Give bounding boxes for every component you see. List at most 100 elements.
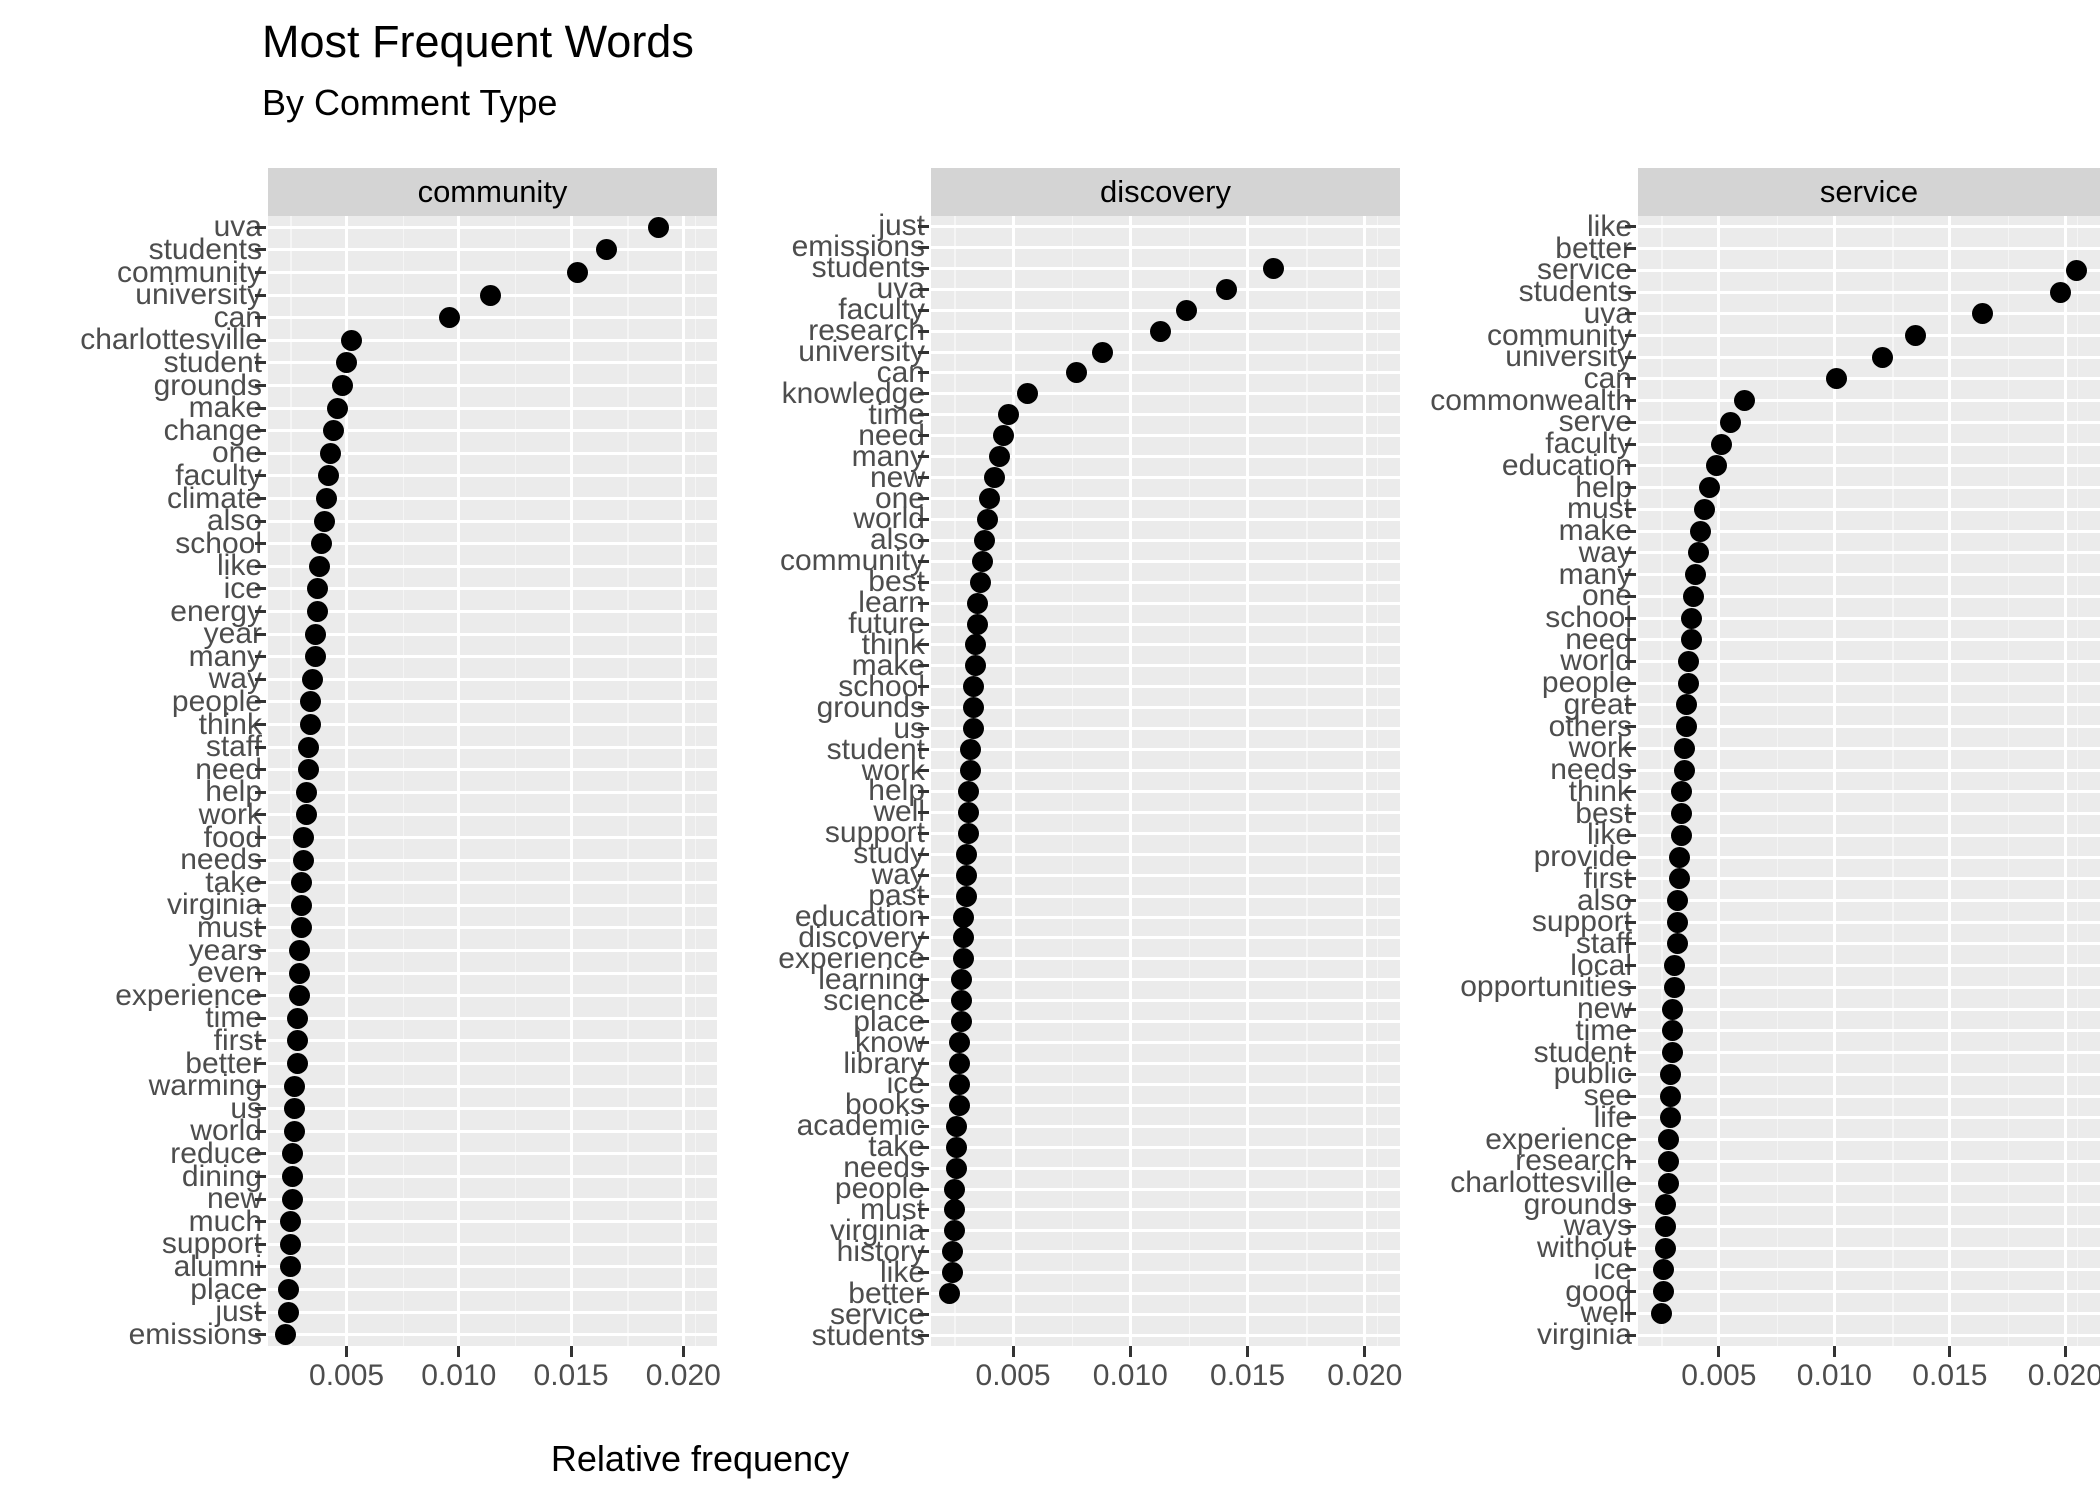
data-point — [943, 1178, 965, 1200]
y-axis-tick-mark — [1625, 703, 1636, 707]
data-point — [950, 1011, 972, 1033]
data-point — [939, 1283, 961, 1305]
gridline-major-horizontal — [931, 748, 1400, 752]
y-axis-tick-mark — [918, 245, 929, 249]
y-axis-tick-label: students — [811, 1318, 925, 1352]
gridline-major-horizontal — [931, 789, 1400, 793]
y-axis-tick-mark — [255, 1310, 266, 1314]
y-axis-tick-mark — [918, 936, 929, 940]
gridline-major-horizontal — [268, 519, 717, 523]
data-point — [1676, 694, 1697, 716]
y-axis-tick-mark — [1625, 964, 1636, 968]
y-axis-tick-mark — [255, 451, 266, 455]
gridline-major-horizontal — [1638, 899, 2100, 903]
y-axis-tick-mark — [918, 1020, 929, 1024]
data-point — [1666, 933, 1688, 955]
y-axis-tick-mark — [1625, 573, 1636, 577]
y-axis-tick-mark — [255, 700, 266, 704]
gridline-major-horizontal — [931, 1103, 1400, 1107]
y-axis-tick-mark — [255, 768, 266, 772]
gridline-major-horizontal — [268, 1107, 717, 1111]
y-axis-tick-mark — [1625, 1224, 1636, 1228]
y-axis-tick-mark — [255, 971, 266, 975]
x-axis-tick-mark — [2063, 1346, 2067, 1357]
gridline-major-horizontal — [268, 542, 717, 546]
gridline-major-horizontal — [1638, 855, 2100, 859]
y-axis-tick-mark — [918, 476, 929, 480]
gridline-major-horizontal — [1638, 1138, 2100, 1142]
y-axis-tick-mark — [255, 1129, 266, 1133]
data-point — [295, 804, 317, 826]
data-point — [297, 736, 319, 758]
y-axis-tick-mark — [255, 1152, 266, 1156]
y-axis-tick-mark — [918, 350, 929, 354]
gridline-major-horizontal — [268, 813, 717, 817]
data-point — [336, 352, 358, 374]
x-axis-tick-label: 0.005 — [309, 1359, 385, 1392]
data-point — [306, 601, 328, 622]
data-point — [286, 1030, 308, 1052]
gridline-major-horizontal — [931, 371, 1400, 375]
gridline-major-horizontal — [931, 664, 1400, 668]
y-axis-tick-mark — [255, 1197, 266, 1201]
y-axis-tick-mark — [1625, 268, 1636, 272]
data-point — [1872, 346, 1894, 368]
data-point — [1655, 1215, 1677, 1237]
data-point — [1673, 737, 1695, 759]
gridline-major-horizontal — [1638, 638, 2100, 642]
gridline-major-horizontal — [268, 271, 717, 274]
data-point — [1678, 650, 1700, 672]
y-axis-tick-mark — [918, 831, 929, 835]
y-axis-tick-mark — [1625, 529, 1636, 533]
data-point — [1826, 368, 1848, 390]
y-axis-tick-label: emissions — [128, 1317, 262, 1351]
y-axis-tick-mark — [1625, 920, 1636, 924]
x-axis-tick-label: 0.020 — [645, 1359, 721, 1392]
gridline-major-horizontal — [931, 1166, 1400, 1170]
y-axis-tick-mark — [1625, 355, 1636, 359]
gridline-major-horizontal — [931, 873, 1400, 877]
y-axis-tick-mark — [918, 1187, 929, 1191]
gridline-major-horizontal — [931, 1124, 1400, 1128]
y-axis-tick-mark — [255, 632, 266, 636]
data-point — [1971, 303, 1993, 325]
y-axis-tick-mark — [918, 1229, 929, 1233]
gridline-major-horizontal — [931, 287, 1400, 291]
y-axis-tick-mark — [1625, 1138, 1636, 1142]
data-point — [279, 1256, 301, 1278]
y-axis-tick-mark — [918, 1082, 929, 1086]
data-point — [972, 550, 994, 572]
x-axis-tick-label: 0.005 — [975, 1359, 1051, 1392]
y-axis-tick-mark — [918, 1250, 929, 1254]
gridline-minor-vertical — [1376, 216, 1379, 1346]
y-axis-tick-mark — [255, 1175, 266, 1178]
data-point — [948, 1073, 970, 1095]
data-point — [302, 668, 324, 690]
gridline-major-horizontal — [931, 1313, 1400, 1317]
gridline-major-horizontal — [268, 836, 717, 839]
y-axis-tick-mark — [255, 949, 266, 952]
y-axis-tick-mark — [1625, 442, 1636, 446]
data-point — [997, 404, 1019, 426]
y-axis-tick-mark — [1625, 725, 1636, 729]
x-axis-discovery: 0.005 0.010 0.015 0.020 — [931, 1346, 1402, 1396]
page-title: Most Frequent Words — [262, 16, 694, 67]
gridline-major-vertical — [1363, 216, 1367, 1346]
y-axis-tick-mark — [1625, 312, 1636, 316]
gridline-major-horizontal — [1638, 1246, 2100, 1250]
data-point — [1694, 498, 1716, 520]
data-point — [1655, 1194, 1677, 1216]
gridline-minor-vertical — [1188, 216, 1191, 1346]
gridline-minor-vertical — [1776, 216, 1779, 1346]
y-axis-tick-mark — [255, 790, 266, 794]
gridline-major-horizontal — [931, 685, 1400, 689]
x-axis-tick-label: 0.015 — [1912, 1359, 1988, 1392]
data-point — [300, 714, 322, 735]
y-axis-tick-mark — [255, 836, 266, 839]
gridline-major-vertical — [1128, 216, 1132, 1346]
y-axis-tick-mark — [1625, 790, 1636, 794]
data-point — [309, 555, 331, 577]
gridline-major-horizontal — [268, 1129, 717, 1133]
y-axis-tick-mark — [918, 706, 929, 710]
data-point — [953, 927, 975, 949]
